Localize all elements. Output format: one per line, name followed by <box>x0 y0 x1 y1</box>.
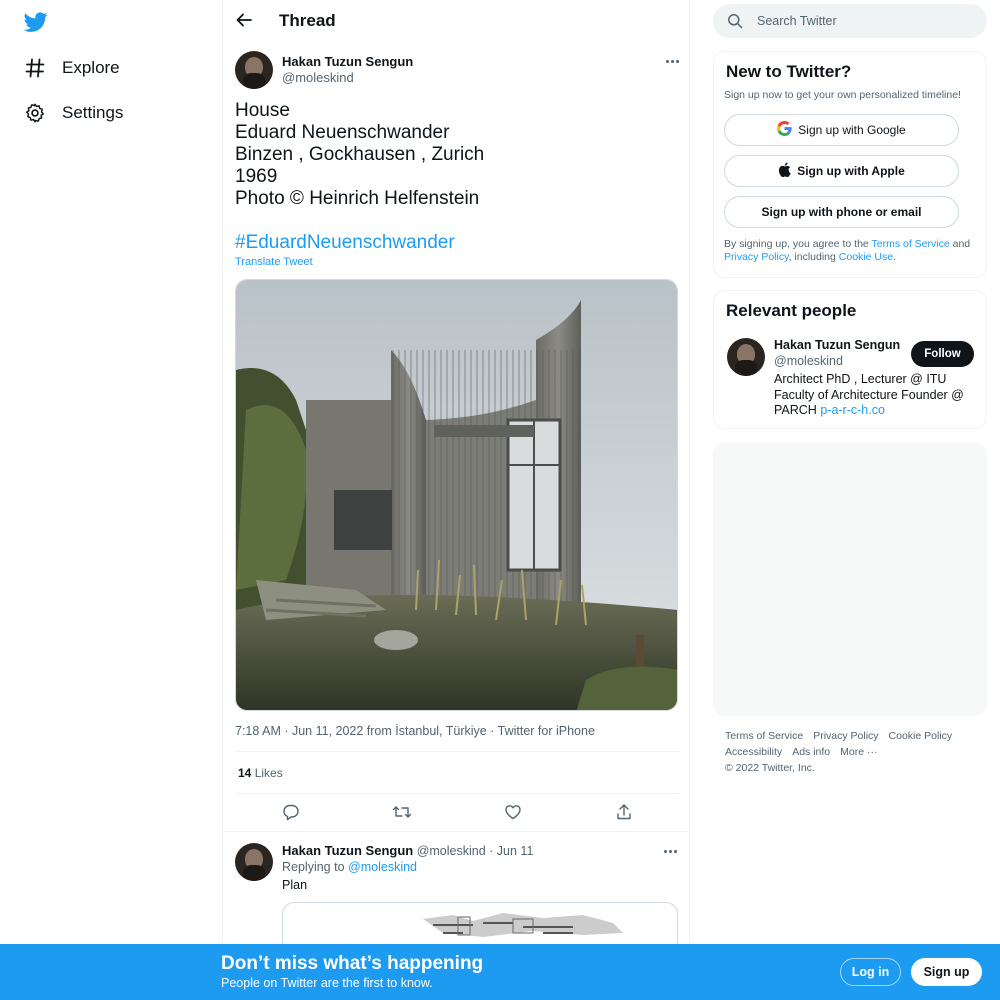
author-handle[interactable]: @moleskind <box>282 70 354 85</box>
reply-date[interactable]: · Jun 11 <box>489 844 533 858</box>
apple-icon <box>778 162 791 180</box>
search-icon <box>727 13 743 29</box>
avatar[interactable] <box>727 338 765 376</box>
person-bio: Architect PhD , Lecturer @ ITU Faculty o… <box>774 372 974 419</box>
legal-prefix: By signing up, you agree to the <box>724 238 869 250</box>
google-icon <box>777 121 792 139</box>
share-icon[interactable] <box>613 801 635 823</box>
nav-explore[interactable]: Explore <box>24 57 120 79</box>
signup-legal-text: By signing up, you agree to the Terms of… <box>724 238 980 264</box>
tweet-actions <box>235 800 679 824</box>
tweet-photo[interactable] <box>235 279 678 711</box>
replying-prefix: Replying to <box>282 860 345 874</box>
likes-count[interactable]: 14 Likes <box>238 766 283 780</box>
follow-button[interactable]: Follow <box>911 341 974 367</box>
footer-terms[interactable]: Terms of Service <box>725 730 803 742</box>
tweet-timestamp[interactable]: 7:18 AM · Jun 11, 2022 from İstanbul, Tü… <box>235 724 595 738</box>
back-arrow-icon[interactable] <box>233 9 255 31</box>
divider <box>235 793 679 794</box>
tweet-header: Hakan Tuzun Sengun @moleskind <box>235 51 679 91</box>
tweet-line: Binzen , Gockhausen , Zurich <box>235 144 485 165</box>
left-navigation: Explore Settings <box>0 0 222 1000</box>
card-title: New to Twitter? <box>726 62 852 81</box>
gear-icon <box>24 102 46 124</box>
banner-subtitle: People on Twitter are the first to know. <box>221 976 433 990</box>
footer-accessibility[interactable]: Accessibility <box>725 746 782 758</box>
footer-ads-info[interactable]: Ads info <box>792 746 830 758</box>
likes-number: 14 <box>238 766 252 780</box>
hashtag-icon <box>24 57 46 79</box>
copyright: © 2022 Twitter, Inc. <box>725 762 815 774</box>
footer-privacy[interactable]: Privacy Policy <box>813 730 878 742</box>
trends-placeholder <box>713 442 987 716</box>
search-bar[interactable] <box>713 4 987 38</box>
tweet-line: 1969 <box>235 166 278 187</box>
divider <box>235 751 679 752</box>
legal-period: . <box>893 251 896 263</box>
signup-apple-button[interactable]: Sign up with Apple <box>724 155 959 187</box>
reply-author-handle[interactable]: @moleskind <box>417 844 486 858</box>
legal-including: , including <box>788 251 836 263</box>
retweet-icon[interactable] <box>391 801 413 823</box>
more-options-icon[interactable] <box>662 55 682 67</box>
legal-and: and <box>952 238 971 250</box>
like-heart-icon[interactable] <box>502 801 524 823</box>
bio-link[interactable]: p-a-r-c-h.co <box>820 403 885 417</box>
tweet-line: Eduard Neuenschwander <box>235 122 450 143</box>
page-title: Thread <box>279 11 336 30</box>
more-options-icon[interactable] <box>660 845 680 857</box>
login-button[interactable]: Log in <box>840 958 901 986</box>
replying-to-link[interactable]: @moleskind <box>348 860 417 874</box>
tweet-line: House <box>235 100 290 121</box>
main-column: Thread Hakan Tuzun Sengun @moleskind Hou… <box>222 0 690 1000</box>
privacy-link[interactable]: Privacy Policy <box>724 251 789 263</box>
reply-author-name[interactable]: Hakan Tuzun Sengun <box>282 843 413 858</box>
person-handle[interactable]: @moleskind <box>774 354 843 368</box>
nav-settings[interactable]: Settings <box>24 102 123 124</box>
search-input[interactable] <box>757 4 977 38</box>
hashtag-link[interactable]: #EduardNeuenschwander <box>235 232 679 254</box>
footer-more[interactable]: More ··· <box>840 746 877 758</box>
card-subtitle: Sign up now to get your own personalized… <box>724 89 961 101</box>
signup-google-button[interactable]: Sign up with Google <box>724 114 959 146</box>
cookie-link[interactable]: Cookie Use <box>839 251 893 263</box>
nav-explore-label: Explore <box>62 58 120 77</box>
twitter-bird-icon[interactable] <box>23 10 48 34</box>
avatar[interactable] <box>235 843 273 881</box>
author-name[interactable]: Hakan Tuzun Sengun <box>282 54 413 69</box>
signup-google-label: Sign up with Google <box>798 123 906 137</box>
signup-banner: Don’t miss what’s happening People on Tw… <box>0 944 1000 1000</box>
signup-phone-email-button[interactable]: Sign up with phone or email <box>724 196 959 228</box>
relevant-people-card: Relevant people Hakan Tuzun Sengun @mole… <box>713 290 987 429</box>
avatar[interactable] <box>235 51 273 89</box>
reply-text: Plan <box>282 878 308 892</box>
banner-title: Don’t miss what’s happening <box>221 953 484 974</box>
replying-to: Replying to @moleskind <box>282 860 417 874</box>
tweet-line: Photo © Heinrich Helfenstein <box>235 188 480 209</box>
new-to-twitter-card: New to Twitter? Sign up now to get your … <box>713 51 987 278</box>
translate-tweet-link[interactable]: Translate Tweet <box>235 256 313 268</box>
footer-links: Terms of Service Privacy Policy Cookie Pol… <box>725 728 987 776</box>
tweet-text: House Eduard Neuenschwander Binzen , Goc… <box>235 100 679 254</box>
card-title: Relevant people <box>726 301 857 320</box>
signup-apple-label: Sign up with Apple <box>797 164 905 178</box>
signup-phone-email-label: Sign up with phone or email <box>761 205 922 219</box>
signup-button[interactable]: Sign up <box>911 958 982 986</box>
terms-link[interactable]: Terms of Service <box>872 238 950 250</box>
footer-cookie[interactable]: Cookie Policy <box>889 730 953 742</box>
likes-label: Likes <box>254 766 283 780</box>
reply-header: Hakan Tuzun Sengun @moleskind · Jun 11 <box>282 843 533 858</box>
nav-settings-label: Settings <box>62 103 124 122</box>
person-name[interactable]: Hakan Tuzun Sengun <box>774 338 900 352</box>
reply-icon[interactable] <box>280 801 302 823</box>
